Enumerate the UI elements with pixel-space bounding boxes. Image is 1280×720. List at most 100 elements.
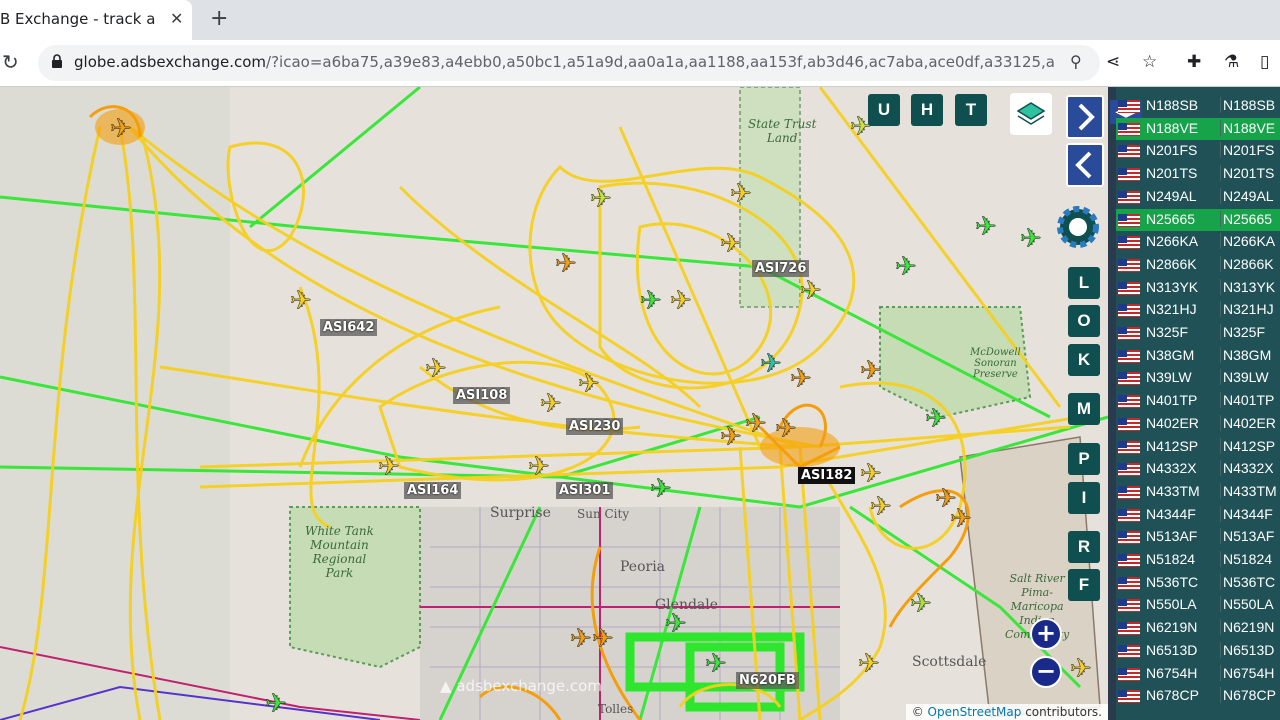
collapse-left-button[interactable]	[1066, 143, 1104, 187]
table-row[interactable]: N4332X N4332X	[1116, 458, 1280, 480]
zoom-in-button[interactable]: +	[1030, 618, 1062, 650]
table-row[interactable]: N266KA N266KA	[1116, 231, 1280, 253]
place-surprise: Surprise	[490, 505, 551, 521]
us-flag-icon	[1118, 508, 1140, 522]
aircraft-label[interactable]: ASI230	[566, 418, 624, 435]
table-row[interactable]: N678CP N678CP	[1116, 685, 1280, 707]
table-row[interactable]: N433TM N433TM	[1116, 481, 1280, 503]
sidepanel-icon[interactable]: ▯	[1260, 52, 1269, 72]
registration-cell: N325F	[1146, 324, 1189, 340]
toggle-f-button[interactable]: F	[1068, 569, 1100, 601]
active-tab[interactable]: B Exchange - track a ✕	[0, 0, 192, 40]
table-row[interactable]: N412SP N412SP	[1116, 436, 1280, 458]
settings-button[interactable]	[1050, 199, 1106, 255]
registration-cell: N201FS	[1146, 142, 1198, 159]
toggle-t-button[interactable]: T	[955, 94, 987, 126]
svg-text:✈: ✈	[650, 474, 672, 504]
aircraft-label[interactable]: ASI301	[556, 482, 614, 499]
place-peoria: Peoria	[620, 559, 666, 575]
reload-icon[interactable]: ↻	[2, 50, 19, 74]
url-text[interactable]: globe.adsbexchange.com/?icao=a6ba75,a39e…	[74, 53, 1054, 71]
svg-text:✈: ✈	[870, 492, 892, 522]
aircraft-label[interactable]: N620FB	[736, 672, 799, 689]
registration-cell: N188SB	[1146, 97, 1199, 113]
registration-cell: N412SP	[1146, 437, 1199, 454]
table-row[interactable]: N550LA N550LA	[1116, 594, 1280, 616]
us-flag-icon	[1118, 576, 1140, 590]
lock-icon[interactable]	[52, 54, 62, 68]
callsign-cell: N188VE	[1220, 119, 1275, 136]
table-row[interactable]: N188VE N188VE	[1116, 117, 1280, 140]
registration-cell: N550LA	[1146, 596, 1197, 613]
us-flag-icon	[1118, 258, 1140, 272]
close-tab-icon[interactable]: ✕	[170, 9, 183, 28]
table-row[interactable]: N402ER N402ER	[1116, 413, 1280, 435]
table-row[interactable]: N38GM N38GM	[1116, 345, 1280, 367]
table-row[interactable]: N513AF N513AF	[1116, 526, 1280, 548]
svg-text:✈: ✈	[540, 389, 562, 419]
toggle-r-button[interactable]: R	[1068, 531, 1100, 563]
address-toolbar: ↻ globe.adsbexchange.com/?icao=a6ba75,a3…	[0, 40, 1280, 87]
table-row[interactable]: N401TP N401TP	[1116, 390, 1280, 412]
toggle-k-button[interactable]: K	[1068, 344, 1100, 376]
aircraft-label[interactable]: ASI642	[320, 319, 378, 336]
toggle-p-button[interactable]: P	[1068, 443, 1100, 475]
layers-button[interactable]	[1010, 93, 1052, 135]
location-icon[interactable]: ⚲	[1070, 52, 1082, 71]
url-bar[interactable]: globe.adsbexchange.com/?icao=a6ba75,a39e…	[38, 45, 1100, 81]
callsign-cell: N25665	[1220, 210, 1272, 227]
toggle-l-button[interactable]: L	[1068, 267, 1100, 299]
registration-cell: N6513D	[1146, 641, 1198, 658]
toggle-u-button[interactable]: U	[868, 94, 900, 126]
svg-text:✈: ✈	[860, 356, 882, 386]
puzzle-icon[interactable]: ✚	[1187, 52, 1201, 72]
table-row[interactable]: N321HJ N321HJ	[1116, 299, 1280, 321]
us-flag-icon	[1118, 304, 1140, 318]
callsign-cell: N536TC	[1220, 573, 1275, 590]
table-row[interactable]: N6754H N6754H	[1116, 663, 1280, 685]
adsbx-logo-icon: ▲	[440, 677, 457, 695]
table-row[interactable]: N51824 N51824	[1116, 549, 1280, 571]
table-row[interactable]: N2866K N2866K	[1116, 254, 1280, 276]
chevron-right-icon	[1078, 103, 1095, 131]
toggle-h-button[interactable]: H	[911, 94, 943, 126]
zoom-out-button[interactable]: −	[1030, 656, 1062, 688]
table-row[interactable]: N39LW N39LW	[1116, 367, 1280, 389]
table-row[interactable]: N313YK N313YK	[1116, 277, 1280, 299]
new-tab-icon[interactable]: +	[210, 6, 228, 31]
aircraft-label[interactable]: ASI164	[404, 482, 462, 499]
osm-link[interactable]: OpenStreetMap	[928, 705, 1022, 719]
registration-cell: N536TC	[1146, 573, 1199, 590]
share-icon[interactable]: ⋖	[1106, 52, 1120, 72]
star-icon[interactable]: ☆	[1142, 52, 1157, 72]
table-row[interactable]: N4344F N4344F	[1116, 504, 1280, 526]
table-row[interactable]: N325F N325F	[1116, 322, 1280, 344]
table-row[interactable]: N6513D N6513D	[1116, 640, 1280, 662]
callsign-cell: N266KA	[1220, 233, 1275, 250]
map-canvas: ✈ ✈ ✈ ✈ ✈ ✈ ✈ ✈ ✈ ✈ ✈ ✈ ✈ ✈ ✈ ✈ ✈ ✈ ✈ ✈ …	[0, 87, 1108, 720]
table-row[interactable]: N25665 N25665	[1116, 208, 1280, 231]
toggle-o-button[interactable]: O	[1068, 305, 1100, 337]
aircraft-label[interactable]: ASI726	[752, 260, 810, 277]
toggle-m-button[interactable]: M	[1068, 393, 1100, 425]
table-row[interactable]: N536TC N536TC	[1116, 572, 1280, 594]
toggle-i-button[interactable]: I	[1068, 482, 1100, 514]
table-row[interactable]: N6219N N6219N	[1116, 617, 1280, 639]
callsign-cell: N188SB	[1220, 97, 1275, 113]
flight-map[interactable]: ✈ ✈ ✈ ✈ ✈ ✈ ✈ ✈ ✈ ✈ ✈ ✈ ✈ ✈ ✈ ✈ ✈ ✈ ✈ ✈ …	[0, 87, 1108, 720]
callsign-cell: N6754H	[1220, 664, 1274, 681]
expand-right-button[interactable]	[1066, 95, 1104, 139]
us-flag-icon	[1118, 372, 1140, 386]
table-row[interactable]: N249AL N249AL	[1116, 186, 1280, 208]
table-row[interactable]: N188SB N188SB	[1116, 95, 1280, 117]
sidebar-resize-handle[interactable]	[1108, 87, 1116, 720]
table-row[interactable]: N201TS N201TS	[1116, 163, 1280, 185]
svg-text:✈: ✈	[895, 252, 917, 282]
registration-cell: N6754H	[1146, 664, 1198, 681]
aircraft-label[interactable]: ASI108	[453, 387, 511, 404]
table-row[interactable]: N201FS N201FS	[1116, 140, 1280, 162]
registration-cell: N313YK	[1146, 278, 1199, 295]
flask-icon[interactable]: ⚗	[1224, 52, 1239, 72]
aircraft-label[interactable]: ASI182	[798, 467, 856, 484]
registration-cell: N38GM	[1146, 346, 1195, 363]
